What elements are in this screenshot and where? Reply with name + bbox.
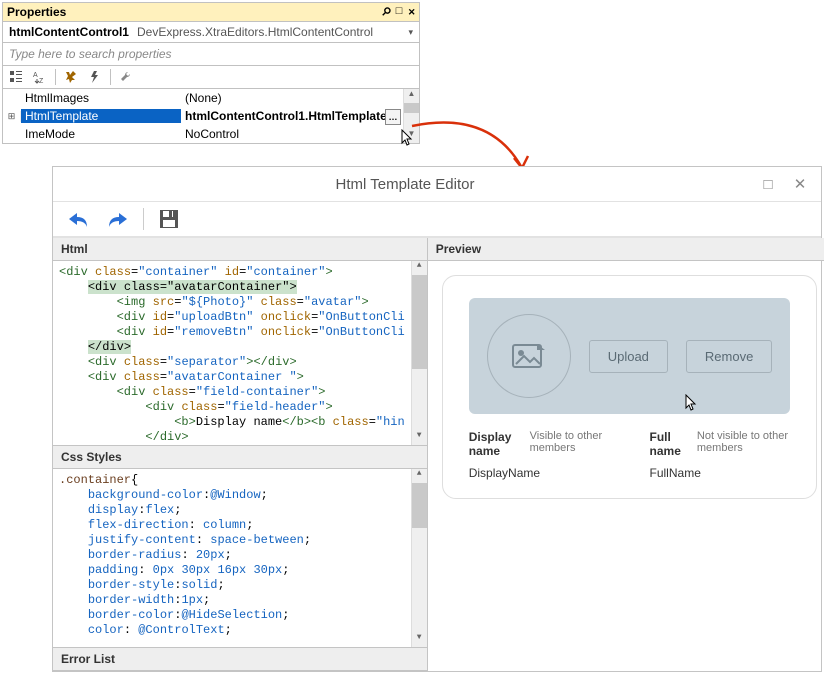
- scroll-down-icon[interactable]: ▼: [404, 129, 419, 143]
- object-name: htmlContentControl1: [9, 25, 129, 39]
- close-icon[interactable]: ✕: [408, 5, 415, 19]
- html-scrollbar[interactable]: ▲ ▼: [411, 261, 427, 445]
- property-value[interactable]: (None): [181, 91, 403, 105]
- property-name: HtmlTemplate: [21, 109, 181, 123]
- display-name-field: Display name Visible to other members Di…: [469, 430, 610, 480]
- property-value[interactable]: htmlContentControl1.HtmlTemplate…: [181, 109, 403, 123]
- property-name: ImeMode: [21, 127, 181, 141]
- svg-text:A: A: [33, 72, 38, 79]
- ellipsis-button[interactable]: …: [385, 109, 401, 125]
- preview-card: Upload Remove Display name Visible to ot…: [442, 275, 818, 499]
- html-editor[interactable]: <div class="container" id="container"> <…: [53, 261, 427, 445]
- toolbar-divider: [55, 69, 56, 85]
- property-row[interactable]: ⊞HtmlTemplatehtmlContentControl1.HtmlTem…: [3, 107, 403, 125]
- close-icon[interactable]: ✕: [791, 175, 809, 193]
- upload-button[interactable]: Upload: [589, 340, 668, 373]
- star-icon[interactable]: [62, 68, 80, 86]
- object-type: DevExpress.XtraEditors.HtmlContentContro…: [137, 25, 408, 39]
- editor-titlebar: Html Template Editor □ ✕: [53, 167, 821, 202]
- expander-icon[interactable]: ⊞: [3, 111, 21, 122]
- image-icon: [512, 342, 546, 370]
- scroll-up-icon[interactable]: ▲: [412, 261, 427, 275]
- remove-button[interactable]: Remove: [686, 340, 772, 373]
- toolbar-divider: [110, 69, 111, 85]
- display-name-label: Display name: [469, 430, 520, 458]
- property-value[interactable]: NoControl: [181, 127, 403, 141]
- property-name: HtmlImages: [21, 91, 181, 105]
- maximize-icon[interactable]: □: [396, 6, 403, 18]
- display-name-hint: Visible to other members: [530, 430, 610, 454]
- properties-title: Properties: [7, 5, 66, 19]
- avatar-placeholder[interactable]: [487, 314, 571, 398]
- display-name-value: DisplayName: [469, 466, 610, 480]
- error-list-section-header[interactable]: Error List: [53, 647, 427, 671]
- properties-header: Properties ⚲ □ ✕: [3, 3, 419, 22]
- search-input[interactable]: Type here to search properties: [3, 43, 419, 66]
- grid-scrollbar[interactable]: ▲ ▼: [403, 89, 419, 143]
- wrench-icon[interactable]: [117, 68, 135, 86]
- scroll-down-icon[interactable]: ▼: [412, 431, 427, 445]
- chevron-down-icon[interactable]: ▾: [408, 27, 413, 38]
- properties-toolbar: AZ: [3, 66, 419, 89]
- editor-toolbar: [53, 202, 821, 237]
- cursor-icon: [685, 394, 699, 412]
- avatar-row: Upload Remove: [469, 298, 791, 414]
- css-editor[interactable]: .container{ background-color:@Window; di…: [53, 469, 427, 647]
- preview-section-header: Preview: [428, 238, 824, 261]
- property-grid: HtmlImages(None)⊞HtmlTemplatehtmlContent…: [3, 89, 419, 143]
- property-row[interactable]: HtmlImages(None): [3, 89, 403, 107]
- property-row[interactable]: ImeModeNoControl: [3, 125, 403, 143]
- css-section-header[interactable]: Css Styles: [53, 445, 427, 469]
- code-pane: Html <div class="container" id="containe…: [53, 238, 428, 671]
- scroll-up-icon[interactable]: ▲: [404, 89, 419, 103]
- alphabetical-icon[interactable]: AZ: [31, 68, 49, 86]
- html-section-header[interactable]: Html: [53, 238, 427, 261]
- preview-pane: Preview Uploa: [428, 238, 824, 671]
- properties-panel: Properties ⚲ □ ✕ htmlContentControl1 Dev…: [2, 2, 420, 144]
- html-template-editor-window: Html Template Editor □ ✕ Html <div class…: [52, 166, 822, 672]
- full-name-label: Full name: [650, 430, 687, 458]
- svg-text:Z: Z: [39, 78, 44, 84]
- css-scrollbar[interactable]: ▲ ▼: [411, 469, 427, 647]
- object-selector[interactable]: htmlContentControl1 DevExpress.XtraEdito…: [3, 22, 419, 43]
- maximize-icon[interactable]: □: [759, 176, 777, 193]
- full-name-hint: Not visible to other members: [697, 430, 790, 454]
- scroll-up-icon[interactable]: ▲: [412, 469, 427, 483]
- redo-icon[interactable]: [105, 209, 129, 229]
- events-icon[interactable]: [86, 68, 104, 86]
- categorized-icon[interactable]: [7, 68, 25, 86]
- undo-icon[interactable]: [67, 209, 91, 229]
- full-name-value: FullName: [650, 466, 791, 480]
- full-name-field: Full name Not visible to other members F…: [650, 430, 791, 480]
- editor-title: Html Template Editor: [336, 176, 475, 193]
- pin-icon[interactable]: ⚲: [382, 5, 390, 19]
- scroll-down-icon[interactable]: ▼: [412, 633, 427, 647]
- toolbar-divider: [143, 208, 144, 230]
- save-icon[interactable]: [158, 208, 180, 230]
